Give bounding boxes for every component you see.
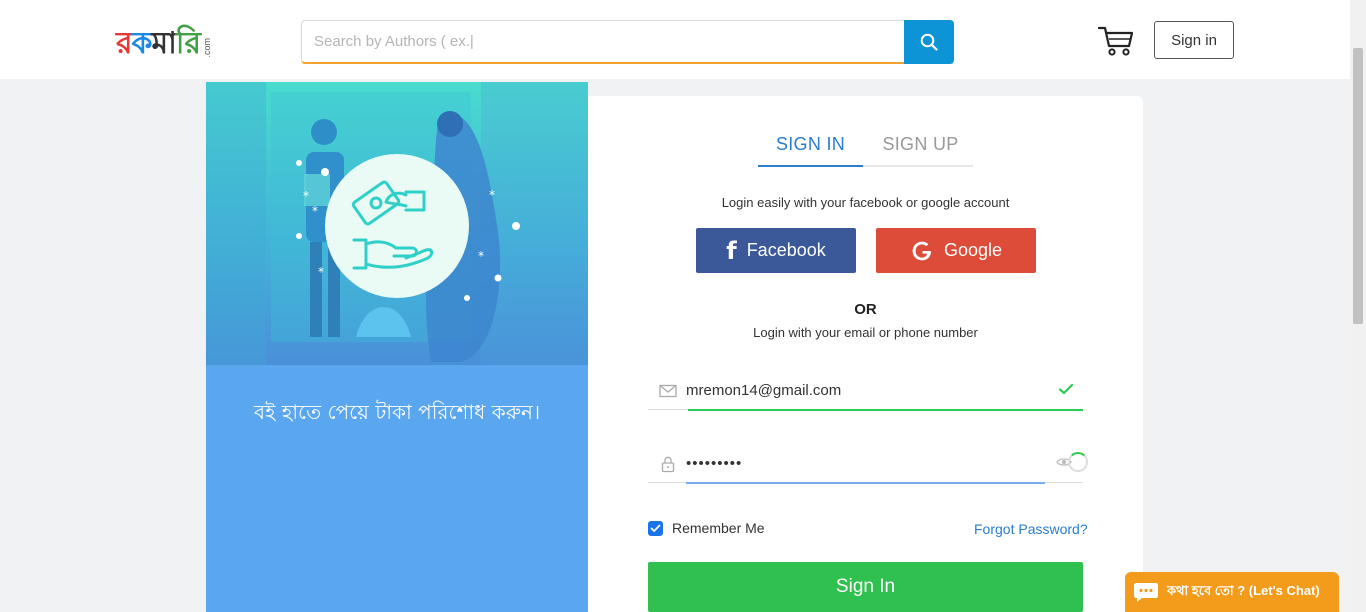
facebook-login-button[interactable]: f Facebook <box>696 228 856 273</box>
email-input[interactable] <box>686 372 1046 408</box>
remember-me-checkbox[interactable] <box>648 520 663 536</box>
sign-in-submit-button[interactable]: Sign In <box>648 562 1083 612</box>
live-chat-widget[interactable]: কথা হবে তো ? (Let's Chat) <box>1125 572 1339 612</box>
delivery-illustration: * * * * * <box>206 82 588 365</box>
search-button[interactable] <box>904 20 954 64</box>
search-input[interactable] <box>301 20 904 64</box>
facebook-icon: f <box>726 236 737 265</box>
auth-tabs: SIGN IN SIGN UP <box>758 132 973 167</box>
svg-text:*: * <box>303 189 309 203</box>
email-underline-valid <box>688 409 1083 411</box>
loading-spinner-icon <box>1068 452 1088 472</box>
valid-check-icon <box>1058 383 1074 395</box>
scrollbar-thumb[interactable] <box>1353 48 1363 324</box>
email-login-prompt: Login with your email or phone number <box>753 325 978 340</box>
cart-button[interactable] <box>1097 24 1135 58</box>
svg-text:*: * <box>478 249 484 263</box>
remember-me-control[interactable]: Remember Me <box>648 520 765 536</box>
envelope-icon <box>659 384 677 398</box>
page-scrollbar[interactable] <box>1350 0 1366 612</box>
password-input[interactable] <box>686 445 1041 481</box>
or-divider: OR <box>854 301 877 318</box>
svg-text:*: * <box>489 188 495 202</box>
google-login-button[interactable]: Google <box>876 228 1036 273</box>
lock-icon <box>661 456 675 473</box>
tab-sign-up[interactable]: SIGN UP <box>868 132 973 165</box>
email-underline-muted <box>648 409 688 410</box>
chat-bubble-icon <box>1134 583 1158 602</box>
google-icon <box>912 241 931 260</box>
search-bar <box>301 20 954 64</box>
tab-sign-in[interactable]: SIGN IN <box>758 132 863 167</box>
svg-text:*: * <box>312 204 318 218</box>
social-login-prompt: Login easily with your facebook or googl… <box>721 195 1010 210</box>
email-field <box>648 372 1083 411</box>
logo-wordmark: রকমারি <box>116 26 201 61</box>
site-header: রকমারি .com Sign in <box>0 0 1350 79</box>
login-card: SIGN IN SIGN UP Login easily with your f… <box>588 96 1143 612</box>
checkmark-icon <box>650 524 661 532</box>
search-icon <box>920 33 938 51</box>
svg-text:*: * <box>318 265 324 279</box>
delivery-scene-image: ***** <box>206 82 588 365</box>
cart-icon <box>1097 26 1134 56</box>
facebook-label: Facebook <box>746 240 826 260</box>
rokomari-logo[interactable]: রকমারি .com <box>116 22 212 62</box>
chat-label: কথা হবে তো ? (Let's Chat) <box>1167 582 1320 598</box>
password-underline-focus <box>686 482 1045 484</box>
cash-on-delivery-caption: বই হাতে পেয়ে টাকা পরিশোধ করুন। <box>253 400 541 424</box>
promo-panel: * * * * * বই হাতে পেয়ে টাকা পরিশোধ করুন। <box>206 82 588 612</box>
logo-domain-suffix: .com <box>201 38 212 58</box>
password-field <box>648 445 1088 484</box>
header-sign-in-button[interactable]: Sign in <box>1154 21 1234 59</box>
google-label: Google <box>943 240 1003 260</box>
remember-me-label: Remember Me <box>672 520 765 536</box>
forgot-password-link[interactable]: Forgot Password? <box>974 521 1088 537</box>
